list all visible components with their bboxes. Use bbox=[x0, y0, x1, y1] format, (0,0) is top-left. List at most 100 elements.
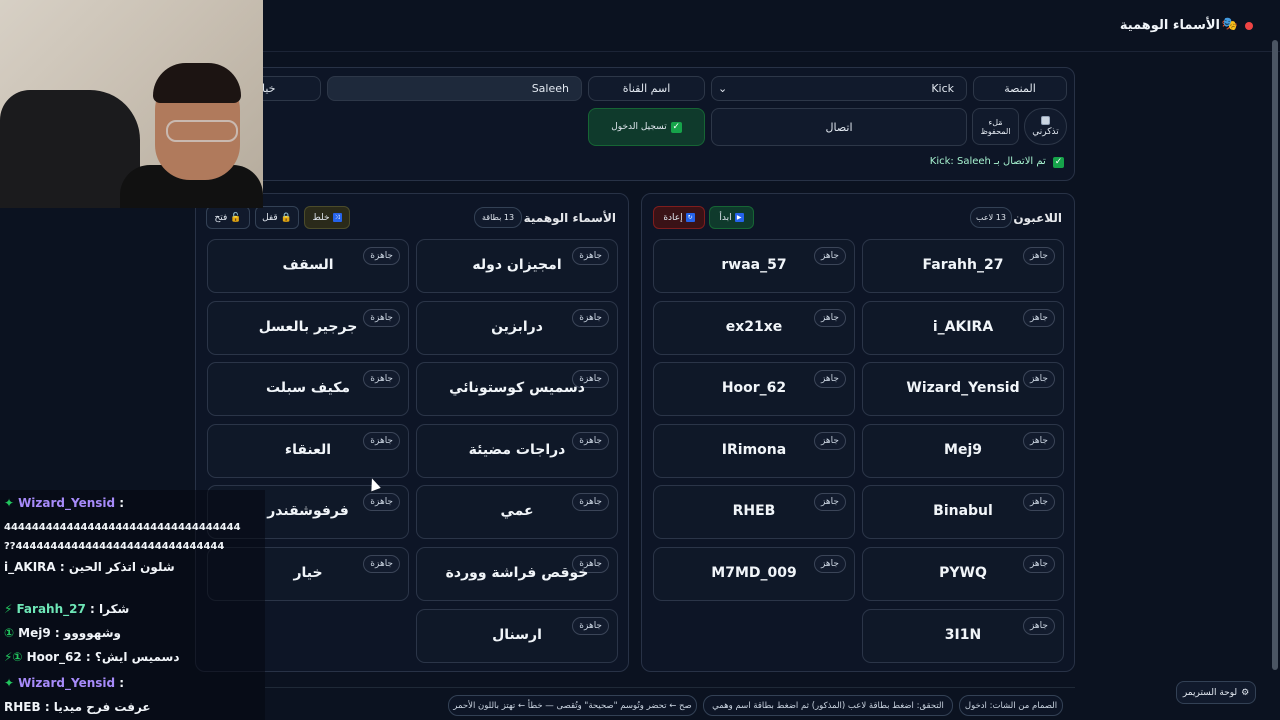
fake-name-card[interactable]: جاهزة ارسنال bbox=[416, 608, 618, 663]
shuffle-label: خلط bbox=[312, 212, 330, 223]
chat-message: ✦ Wizard_Yensid : bbox=[4, 496, 124, 510]
player-card[interactable]: جاهز IRimona bbox=[653, 423, 855, 478]
remember-label: تذكرني bbox=[1032, 127, 1059, 137]
player-card[interactable]: جاهز Mej9 bbox=[862, 423, 1064, 478]
webcam-glasses bbox=[166, 120, 238, 142]
fake-name-card[interactable]: جاهزة امجيزان دوله bbox=[416, 239, 618, 293]
chat-separator: : bbox=[81, 650, 95, 664]
checkbox-icon[interactable] bbox=[1041, 116, 1050, 125]
play-icon: ▶ bbox=[734, 213, 744, 222]
player-name: M7MD_009 bbox=[711, 565, 797, 581]
fake-name-name: درابزين bbox=[491, 318, 543, 335]
player-name: Farahh_27 bbox=[922, 257, 1004, 273]
chat-separator: : bbox=[85, 602, 99, 616]
platform-select[interactable]: Kick ⌄ bbox=[711, 76, 967, 101]
chat-text: 4444444444444444444444444444444444 bbox=[4, 522, 241, 533]
channel-name-label-text: اسم القناة bbox=[622, 82, 671, 95]
lock-button[interactable]: 🔒 قفل bbox=[255, 206, 299, 229]
app-title: الأسماء الوهمية bbox=[1119, 18, 1220, 33]
player-name: PYWQ bbox=[939, 565, 987, 581]
lock-icon: 🔒 bbox=[280, 212, 292, 223]
player-card[interactable]: جاهز M7MD_009 bbox=[653, 547, 855, 601]
lock-label: قفل bbox=[262, 212, 278, 223]
chat-badge-icon: ✦ bbox=[4, 496, 15, 510]
chat-username[interactable]: Hoor_62 bbox=[27, 650, 82, 664]
player-name: Binabul bbox=[933, 503, 993, 520]
chat-badge-icon: ⚡ bbox=[4, 602, 13, 616]
page-scrollbar[interactable] bbox=[1272, 40, 1278, 670]
chat-username[interactable]: RHEB bbox=[4, 700, 41, 714]
reset-label: إعادة bbox=[663, 212, 683, 223]
player-card[interactable]: جاهز Wizard_Yensid bbox=[862, 362, 1064, 417]
hint-chat-join: الصمام من الشات: ادخول bbox=[959, 695, 1063, 716]
chat-separator: : bbox=[50, 626, 64, 640]
streamer-dashboard-button[interactable]: ⚙ لوحة الستريمر bbox=[1176, 681, 1256, 704]
fake-name-card[interactable]: جاهزة عمي bbox=[416, 485, 618, 540]
connect-button[interactable]: اتصال bbox=[711, 108, 967, 146]
start-button[interactable]: ▶ ابدأ bbox=[709, 206, 754, 229]
player-card[interactable]: جاهز 3I1N bbox=[862, 608, 1064, 663]
player-card[interactable]: جاهز PYWQ bbox=[862, 547, 1064, 601]
extra-field-text: خيا bbox=[262, 82, 276, 95]
webcam-chair bbox=[0, 90, 140, 208]
chat-username[interactable]: Wizard_Yensid bbox=[18, 496, 115, 510]
autofill-button[interactable]: مَلء المحفوظ bbox=[972, 108, 1019, 145]
refresh-icon: ↻ bbox=[685, 213, 695, 222]
connect-label: اتصال bbox=[825, 120, 853, 134]
remember-toggle[interactable]: تذكرني bbox=[1024, 108, 1067, 145]
player-name: Mej9 bbox=[944, 441, 982, 458]
connection-panel: المنصة Kick ⌄ اسم القناة Saleeh خيا تذكر… bbox=[195, 67, 1075, 181]
player-name: Hoor_62 bbox=[721, 380, 787, 397]
theater-masks-icon: 🎭 bbox=[1221, 17, 1238, 32]
chat-separator: : bbox=[40, 700, 54, 714]
player-card[interactable]: جاهز Binabul bbox=[862, 485, 1064, 540]
players-panel: اللاعبون 13 لاعب ▶ ابدأ ↻ إعادة جاهز Fara… bbox=[641, 193, 1075, 672]
chat-username[interactable]: i_AKIRA bbox=[4, 560, 56, 574]
fake-name-name: ارسنال bbox=[492, 626, 542, 643]
player-card[interactable]: جاهز Farahh_27 bbox=[862, 239, 1064, 293]
gear-icon: ⚙ bbox=[1241, 687, 1250, 698]
connection-status-text: تم الاتصال بـ Kick: Saleeh bbox=[929, 156, 1046, 167]
player-card[interactable]: جاهز i_AKIRA bbox=[862, 300, 1064, 355]
chat-username[interactable]: Mej9 bbox=[18, 626, 51, 640]
start-label: ابدأ bbox=[719, 212, 732, 223]
chat-message: i_AKIRA : شلون اتذكر الحين bbox=[4, 560, 175, 574]
chat-badge-icon: ✦ bbox=[4, 676, 15, 690]
players-title: اللاعبون bbox=[1013, 211, 1062, 225]
fake-name-card[interactable]: جاهزة دسميس كوستونائي bbox=[416, 362, 618, 417]
reset-button[interactable]: ↻ إعادة bbox=[653, 206, 705, 229]
player-name: RHEB bbox=[732, 503, 776, 520]
fake-name-card[interactable]: جاهزة مكيف سبلت bbox=[207, 362, 409, 417]
chat-message: ✦ Wizard_Yensid : bbox=[4, 676, 124, 690]
platform-label-text: المنصة bbox=[1004, 82, 1036, 95]
chat-text: شكرا bbox=[99, 602, 130, 616]
fake-name-card[interactable]: جاهزة السقف bbox=[207, 239, 409, 293]
fake-name-card[interactable]: جاهزة درابزين bbox=[416, 300, 618, 355]
fake-name-card[interactable]: جاهزة جرجير بالعسل bbox=[207, 300, 409, 355]
player-card[interactable]: جاهز Hoor_62 bbox=[653, 362, 855, 417]
chat-username[interactable]: Wizard_Yensid bbox=[18, 676, 115, 690]
webcam-overlay bbox=[0, 0, 263, 208]
player-card[interactable]: جاهز rwaa_57 bbox=[653, 239, 855, 293]
fake-name-card[interactable]: جاهزة دراجات مضيئة bbox=[416, 423, 618, 478]
chat-badge-icon: ⚡① bbox=[4, 650, 23, 664]
unlock-icon: 🔓 bbox=[230, 212, 242, 223]
login-button[interactable]: ✓ تسجيل الدخول bbox=[588, 108, 705, 146]
webcam-hair bbox=[153, 63, 241, 103]
player-card[interactable]: جاهز ex21xe bbox=[653, 300, 855, 355]
fake-name-name: خوقص فراشة ووردة bbox=[445, 565, 589, 581]
chat-text: شلون اتذكر الحين bbox=[68, 560, 175, 574]
fake-name-name: جرجير بالعسل bbox=[258, 318, 358, 335]
connection-status: ✓ تم الاتصال بـ Kick: Saleeh bbox=[930, 156, 1064, 168]
chat-text: عرفت فرح ميديا bbox=[53, 700, 151, 714]
player-card[interactable]: جاهز RHEB bbox=[653, 485, 855, 540]
chat-username[interactable]: Farahh_27 bbox=[16, 602, 85, 616]
fake-name-name: دراجات مضيئة bbox=[468, 441, 566, 458]
shuffle-button[interactable]: ⤨ خلط bbox=[304, 206, 350, 229]
channel-input[interactable]: Saleeh bbox=[327, 76, 582, 101]
unlock-button[interactable]: 🔓 فتح bbox=[206, 206, 250, 229]
player-name: IRimona bbox=[721, 441, 787, 458]
fake-name-card[interactable]: جاهزة العنقاء bbox=[207, 423, 409, 478]
chat-text: دسميس ايش؟ bbox=[94, 650, 180, 664]
fake-name-card[interactable]: جاهزة خوقص فراشة ووردة bbox=[416, 547, 618, 601]
